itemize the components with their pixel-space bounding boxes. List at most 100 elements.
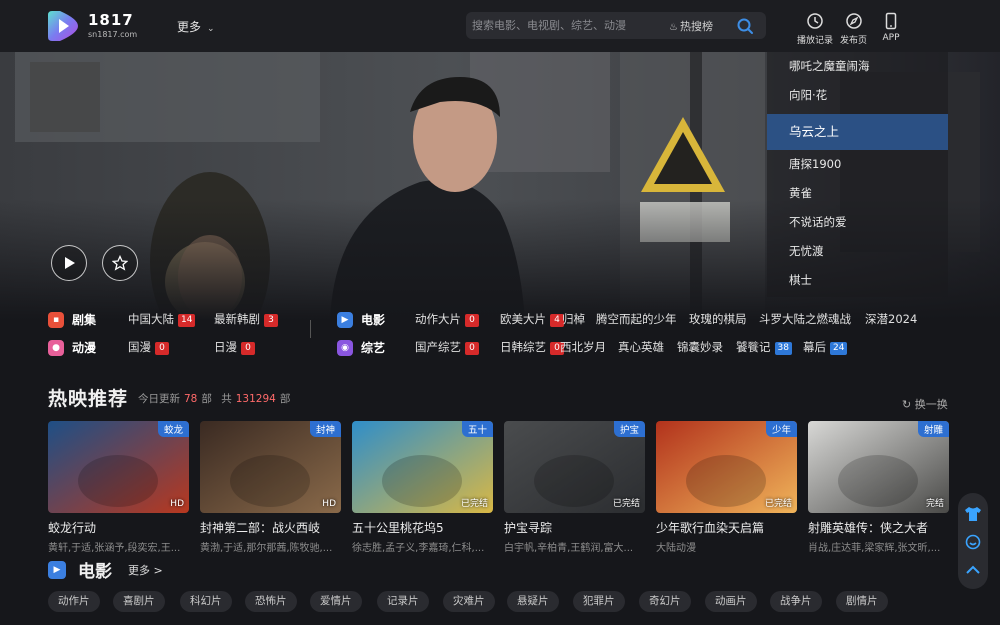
card-poster[interactable]: 少年 已完结: [656, 421, 797, 513]
category-divider: [310, 320, 311, 338]
recommend-card[interactable]: 蛟龙 HD 蛟龙行动黄轩,于适,张涵予,段奕宏,王...: [48, 421, 189, 554]
hero-list-item[interactable]: 唐探1900: [767, 150, 948, 179]
feedback-icon[interactable]: [964, 533, 982, 551]
anime-icon: ●: [48, 339, 64, 356]
play-button[interactable]: [51, 245, 87, 281]
hero-list-item[interactable]: 黄雀: [767, 179, 948, 208]
card-poster[interactable]: 射雕 完结: [808, 421, 949, 513]
genre-pill[interactable]: 剧情片: [836, 591, 888, 612]
category-tv[interactable]: ▪ 剧集: [48, 311, 96, 328]
site-logo[interactable]: 1817 sn1817.com: [48, 8, 138, 44]
card-cast: 黄轩,于适,张涵予,段奕宏,王...: [48, 543, 181, 554]
shirt-icon[interactable]: [964, 505, 982, 523]
card-poster[interactable]: 蛟龙 HD: [48, 421, 189, 513]
card-status: 已完结: [460, 499, 488, 509]
card-title[interactable]: 少年歌行血染天启篇: [656, 519, 797, 536]
link-china-mainland[interactable]: 中国大陆 14: [128, 311, 196, 327]
card-title[interactable]: 护宝寻踪: [504, 519, 645, 536]
card-status: HD: [322, 499, 336, 509]
hot-title-link[interactable]: 真心英雄: [618, 339, 664, 355]
link-label: 国漫: [128, 340, 151, 354]
recommend-card[interactable]: 少年 已完结少年歌行血染天启篇大陆动漫: [656, 421, 797, 554]
link-domestic-variety[interactable]: 国产综艺 0: [415, 339, 479, 355]
more-menu[interactable]: 更多 ⌄: [177, 18, 215, 35]
genre-pill[interactable]: 动画片: [705, 591, 757, 612]
category-row-2: ● 动漫 国漫 0 日漫 0 ◉ 综艺 国产综艺 0 日韩综艺 0 西北岁月 真心英雄 锦囊…: [48, 339, 948, 359]
category-anime[interactable]: ● 动漫: [48, 339, 96, 356]
search-input[interactable]: [472, 15, 662, 36]
genre-pill[interactable]: 科幻片: [180, 591, 232, 612]
genre-pill[interactable]: 悬疑片: [507, 591, 559, 612]
card-poster[interactable]: 五十 已完结: [352, 421, 493, 513]
hero-list-item[interactable]: 棋士: [767, 266, 948, 295]
hot-title-link[interactable]: 归棹: [562, 311, 585, 327]
section-title: 热映推荐: [48, 388, 129, 410]
hot-title-link[interactable]: 斗罗大陆之燃魂战: [759, 311, 851, 327]
top-header: 1817 sn1817.com 更多 ⌄ ♨热搜榜 播放记录 发布页 APP: [0, 0, 1000, 52]
genre-pill[interactable]: 爱情片: [310, 591, 362, 612]
hot-title-link[interactable]: 深潜2024: [865, 311, 917, 327]
refresh-button[interactable]: ↻ 换一换: [902, 396, 948, 412]
hero-banner[interactable]: 哪吒之魔童闹海 向阳·花 乌云之上 唐探1900 黄雀 不说话的爱 无忧渡 棋士: [0, 52, 1000, 320]
hot-title-link[interactable]: 腾空而起的少年: [596, 311, 677, 327]
hero-list-item[interactable]: 向阳·花: [767, 81, 948, 110]
category-variety[interactable]: ◉ 综艺: [337, 339, 385, 356]
search-icon[interactable]: [736, 17, 754, 35]
search-bar: ♨热搜榜: [466, 12, 766, 39]
card-title[interactable]: 蛟龙行动: [48, 519, 189, 536]
favorite-button[interactable]: [102, 245, 138, 281]
genre-pill[interactable]: 喜剧片: [113, 591, 165, 612]
link-chinese-anime[interactable]: 国漫 0: [128, 339, 169, 355]
link-western-movies[interactable]: 欧美大片 4: [500, 311, 564, 327]
logo-url: sn1817.com: [88, 30, 138, 39]
genre-pill[interactable]: 奇幻片: [639, 591, 691, 612]
microphone-icon: ◉: [337, 339, 353, 356]
hot-title-link[interactable]: 锦囊妙录: [677, 339, 723, 355]
genre-pill[interactable]: 犯罪片: [573, 591, 625, 612]
logo-name: 1817: [88, 11, 134, 29]
card-poster[interactable]: 封神 HD: [200, 421, 341, 513]
episode-badge: 38: [774, 342, 792, 355]
recommend-card[interactable]: 护宝 已完结 护宝寻踪 白宇帆,辛柏青,王鹤润,富大...: [504, 421, 645, 554]
link-jp-kr-variety[interactable]: 日韩综艺 0: [500, 339, 564, 355]
movie-section-title: 电影: [78, 562, 112, 582]
genre-pill[interactable]: 灾难片: [443, 591, 495, 612]
hero-list-item-active[interactable]: 乌云之上: [767, 114, 948, 150]
card-title[interactable]: 封神第二部：战火西岐: [200, 519, 341, 536]
recommend-card[interactable]: 射雕 完结 射雕英雄传：侠之大者 肖战,庄达菲,梁家辉,张文昕,...: [808, 421, 949, 554]
card-title[interactable]: 五十公里桃花坞5: [352, 519, 493, 536]
card-cast: 大陆动漫: [656, 543, 696, 554]
app-label: APP: [882, 33, 900, 43]
link-action-movies[interactable]: 动作大片 0: [415, 311, 479, 327]
hot-title-link[interactable]: 玫瑰的棋局: [689, 311, 747, 327]
card-cast: 黄渤,于适,那尔那茜,陈牧驰,...: [200, 543, 333, 554]
history-button[interactable]: 播放记录: [797, 12, 833, 46]
card-poster[interactable]: 护宝 已完结: [504, 421, 645, 513]
hot-title-link[interactable]: 幕后 24: [803, 339, 848, 355]
update-stats: 今日更新 78 部 共 131294 部: [138, 391, 290, 406]
hero-list-item[interactable]: 无忧渡: [767, 237, 948, 266]
refresh-label: 换一换: [914, 398, 948, 411]
hero-list-item[interactable]: 不说话的爱: [767, 208, 948, 237]
clock-icon: [807, 13, 823, 29]
hot-title-link[interactable]: 饕餮记 38: [736, 339, 792, 355]
back-to-top-icon[interactable]: [964, 561, 982, 579]
link-korean-drama[interactable]: 最新韩剧 3: [214, 311, 278, 327]
card-title[interactable]: 射雕英雄传：侠之大者: [808, 519, 949, 536]
genre-pill[interactable]: 记录片: [377, 591, 429, 612]
card-tag: 蛟龙: [157, 421, 189, 437]
genre-pill[interactable]: 恐怖片: [245, 591, 297, 612]
recommend-card[interactable]: 五十 已完结 五十公里桃花坞5 徐志胜,孟子义,李嘉琦,仁科,...: [352, 421, 493, 554]
genre-pill[interactable]: 动作片: [48, 591, 100, 612]
hot-title-link[interactable]: 西北岁月: [560, 339, 606, 355]
publish-page-button[interactable]: 发布页: [840, 12, 867, 46]
link-japanese-anime[interactable]: 日漫 0: [214, 339, 255, 355]
link-label: 动作大片: [415, 312, 461, 326]
category-movie[interactable]: ▶ 电影: [337, 311, 385, 328]
app-button[interactable]: APP: [882, 12, 900, 43]
hot-search-link[interactable]: ♨ 热搜榜: [669, 18, 713, 34]
recommend-card[interactable]: 封神 HD 封神第二部：战火西岐黄渤,于适,那尔那茜,陈牧驰,...: [200, 421, 341, 554]
movie-more-link[interactable]: 更多 >: [128, 562, 163, 578]
hero-list-item[interactable]: 哪吒之魔童闹海: [767, 52, 948, 81]
genre-pill[interactable]: 战争片: [770, 591, 822, 612]
